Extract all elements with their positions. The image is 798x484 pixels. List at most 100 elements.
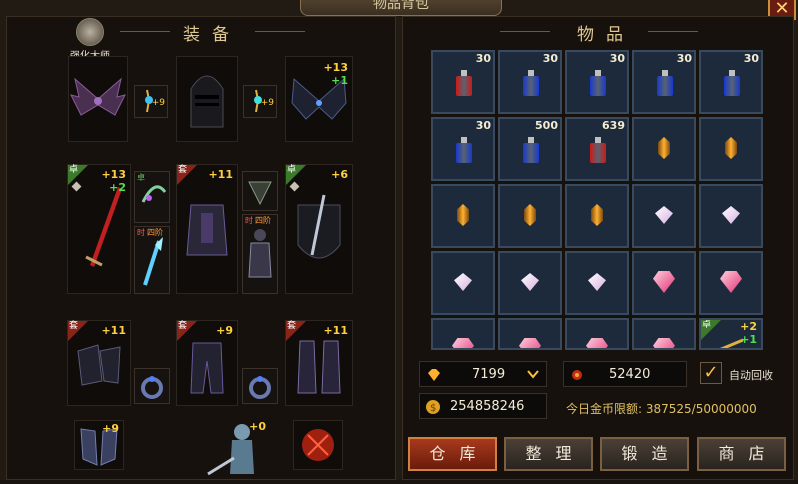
inventory-slot[interactable] bbox=[431, 318, 495, 350]
inventory-slot[interactable]: 30 bbox=[699, 50, 763, 114]
set-tag-text: 套 bbox=[178, 321, 188, 331]
inventory-slot[interactable] bbox=[632, 318, 696, 350]
gold-gem-icon bbox=[658, 137, 670, 159]
inventory-slot[interactable]: 卓 +2 +1 bbox=[699, 318, 763, 350]
svg-text:$: $ bbox=[430, 403, 436, 414]
fire-spirit-icon bbox=[302, 429, 334, 461]
inventory-slot[interactable] bbox=[632, 251, 696, 315]
item-plus: +2 bbox=[740, 320, 757, 333]
ring-left-slot[interactable] bbox=[134, 368, 170, 404]
auto-recycle-label: 自动回收 bbox=[729, 369, 773, 382]
acc2-tag-rank: 四阶 bbox=[147, 228, 163, 237]
spear-slot[interactable]: 时 四阶 bbox=[134, 226, 170, 294]
potion-icon bbox=[523, 137, 539, 163]
inventory-slot[interactable] bbox=[699, 251, 763, 315]
boots-slot[interactable]: 套 +11 bbox=[285, 320, 353, 406]
white-gem-icon bbox=[588, 273, 606, 291]
ring-right-bottom-slot[interactable] bbox=[242, 368, 278, 404]
acc3-tag-rank: 四阶 bbox=[255, 216, 271, 225]
inventory-slot[interactable]: 30 bbox=[498, 50, 562, 114]
forge-button[interactable]: 锻造 bbox=[600, 437, 689, 471]
diamond-value: 7199 bbox=[472, 367, 506, 382]
shield-slot[interactable]: 卓 +6 bbox=[285, 164, 353, 294]
white-gem-icon bbox=[521, 273, 539, 291]
gold-resource: $ 254858246 bbox=[419, 393, 547, 419]
gold-gem-icon bbox=[457, 204, 469, 226]
inventory-slot[interactable]: 30 bbox=[431, 50, 495, 114]
cape-plus-extra: +1 bbox=[331, 74, 348, 87]
inventory-slot[interactable] bbox=[498, 318, 562, 350]
inventory-slot[interactable]: 500 bbox=[498, 117, 562, 181]
set-tag-text: 套 bbox=[287, 321, 297, 331]
sort-button[interactable]: 整理 bbox=[504, 437, 593, 471]
inventory-slot[interactable]: 30 bbox=[431, 117, 495, 181]
pants-slot[interactable]: 套 +9 bbox=[176, 320, 238, 406]
auto-recycle-checkbox[interactable]: ✓ bbox=[700, 362, 722, 384]
inventory-slot[interactable] bbox=[498, 251, 562, 315]
acc-tag: 卓 bbox=[137, 173, 145, 182]
helmet-slot[interactable] bbox=[176, 56, 238, 142]
cape-slot[interactable]: +13 +1 bbox=[285, 56, 353, 142]
inventory-slot[interactable] bbox=[699, 117, 763, 181]
item-count: 500 bbox=[535, 119, 558, 132]
gold-gem-icon bbox=[524, 204, 536, 226]
pink-gem-icon bbox=[653, 338, 675, 348]
inventory-slot[interactable] bbox=[431, 251, 495, 315]
helmet-icon bbox=[190, 75, 224, 128]
inventory-slot[interactable] bbox=[565, 251, 629, 315]
title-deco-line bbox=[120, 31, 170, 32]
amulet-icon bbox=[248, 181, 272, 206]
armor-slot[interactable]: 套 +11 bbox=[176, 164, 238, 294]
set-tag-text: 套 bbox=[178, 165, 188, 175]
pink-gem-icon bbox=[519, 338, 541, 348]
acc3-tag: 时 bbox=[245, 216, 253, 225]
gold-gem-icon bbox=[725, 137, 737, 159]
inventory-slot[interactable]: 30 bbox=[632, 50, 696, 114]
fire-slot[interactable] bbox=[293, 420, 343, 470]
bracelet-slot[interactable]: 卓 bbox=[134, 171, 170, 223]
mount-plus: +0 bbox=[249, 420, 266, 433]
gloves-slot[interactable]: 套 +11 bbox=[67, 320, 131, 406]
quality-tag-text: 卓 bbox=[702, 320, 712, 330]
daily-gold-limit: 今日金币限额: 387525/50000000 bbox=[566, 402, 757, 416]
item-count: 30 bbox=[542, 52, 558, 65]
inventory-slot[interactable] bbox=[565, 184, 629, 248]
item-count: 30 bbox=[676, 52, 692, 65]
gold-gem-icon bbox=[591, 204, 603, 226]
acc2-tag: 时 bbox=[137, 228, 145, 237]
guardian-slot[interactable]: 时 四阶 bbox=[242, 214, 278, 294]
gold-value: 254858246 bbox=[450, 399, 525, 414]
bat-wings-icon bbox=[70, 77, 126, 116]
item-count: 30 bbox=[475, 119, 491, 132]
weapon-slot[interactable]: 卓 +13 +2 bbox=[67, 164, 131, 294]
inventory-slot[interactable] bbox=[565, 318, 629, 350]
inventory-slot[interactable]: 639 bbox=[565, 117, 629, 181]
inventory-slot[interactable] bbox=[632, 117, 696, 181]
inventory-slot[interactable] bbox=[431, 184, 495, 248]
wings-slot[interactable] bbox=[68, 56, 128, 142]
master-icon bbox=[76, 18, 104, 46]
shop-button[interactable]: 商店 bbox=[697, 437, 786, 471]
inventory-slot[interactable]: 30 bbox=[565, 50, 629, 114]
inventory-slot[interactable] bbox=[699, 184, 763, 248]
necklace-plus: +9 bbox=[151, 98, 165, 108]
white-gem-icon bbox=[655, 206, 673, 224]
inventory-slot[interactable] bbox=[632, 184, 696, 248]
inventory-window: 物品背包 ✕ 强化大师 装备 +9 +9 +13 +1 卓 +13 +2 卓 bbox=[0, 0, 798, 480]
ring-top-slot[interactable]: +9 bbox=[243, 85, 277, 118]
shield-plus: +6 bbox=[331, 168, 348, 181]
potion-icon bbox=[456, 70, 472, 96]
points-resource: 52420 bbox=[563, 361, 687, 387]
weapon-plus: +13 bbox=[101, 168, 126, 181]
window-title: 物品背包 bbox=[300, 0, 502, 16]
item-count: 30 bbox=[743, 52, 759, 65]
potion-icon bbox=[590, 70, 606, 96]
mount-slot[interactable]: +0 bbox=[204, 418, 270, 480]
potion-icon bbox=[657, 70, 673, 96]
warehouse-button[interactable]: 仓库 bbox=[408, 437, 497, 471]
chevron-down-icon[interactable] bbox=[526, 367, 542, 383]
ring-right-slot[interactable] bbox=[242, 171, 278, 211]
inventory-slot[interactable] bbox=[498, 184, 562, 248]
necklace-slot[interactable]: +9 bbox=[134, 85, 168, 118]
pet-slot[interactable]: +9 bbox=[74, 420, 124, 470]
